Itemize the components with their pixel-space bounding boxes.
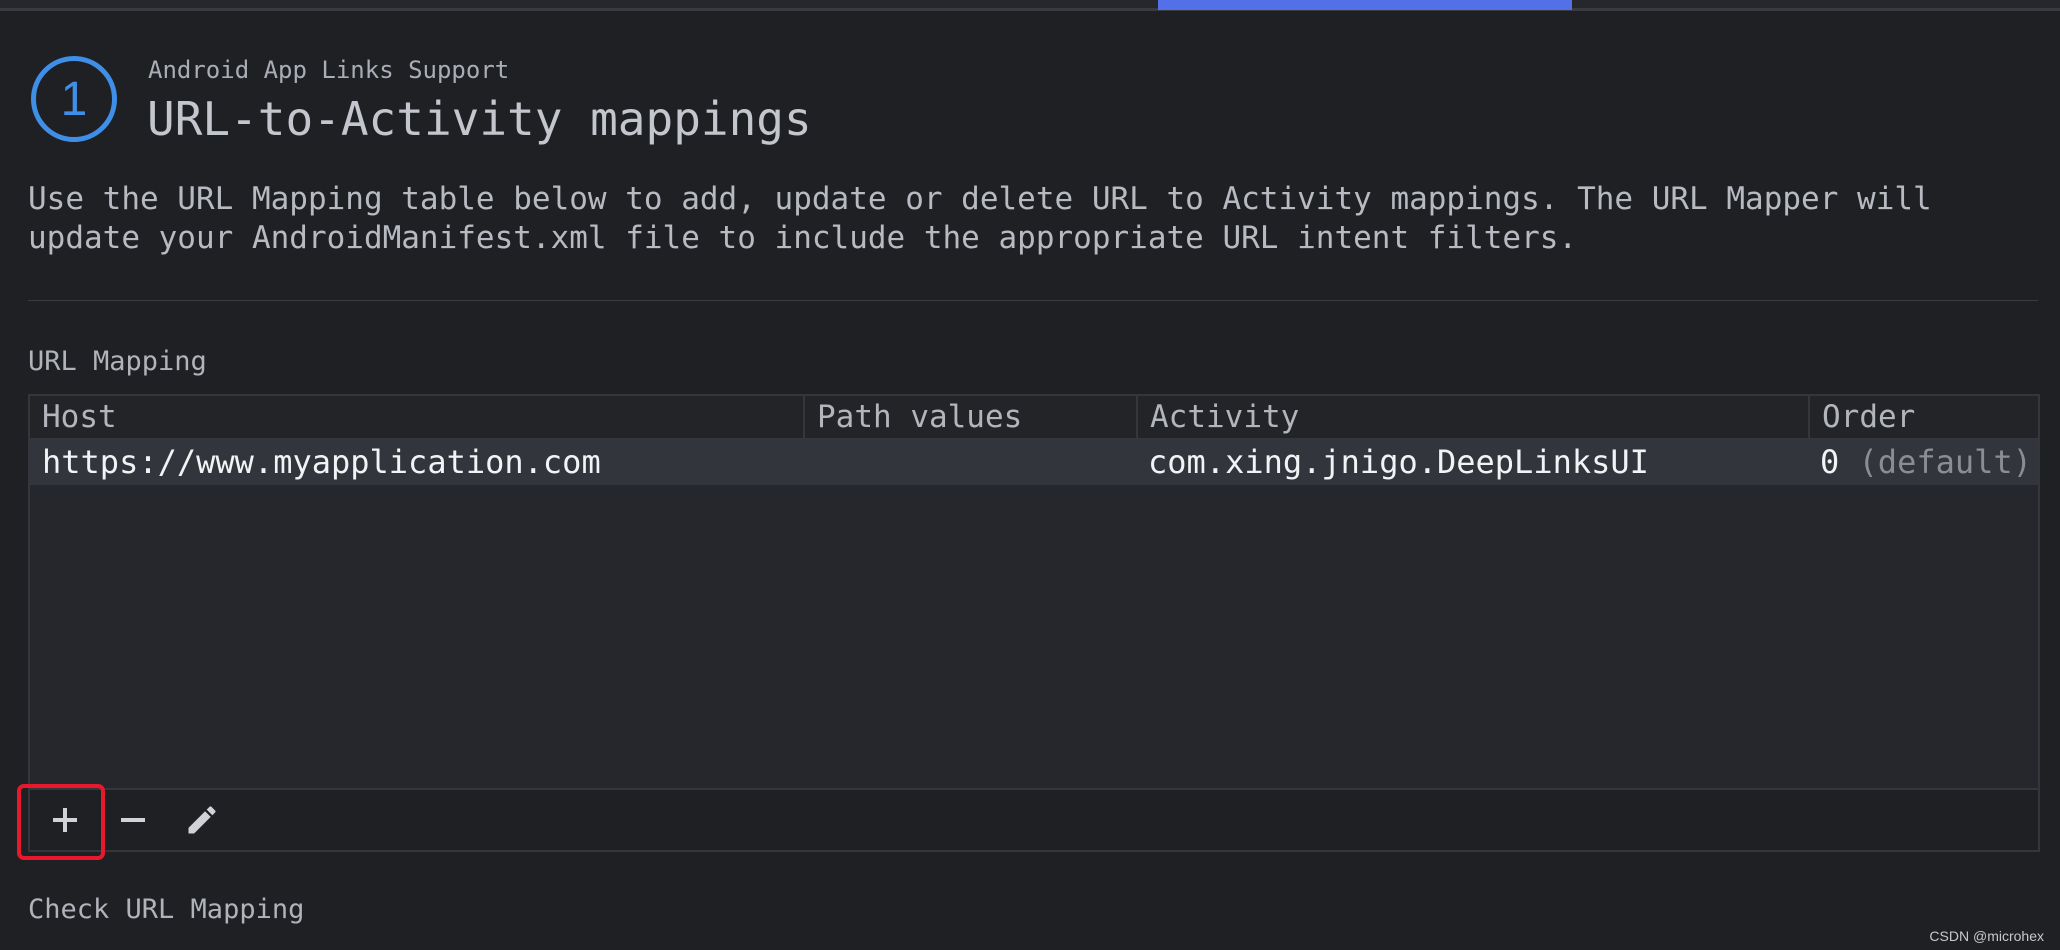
cell-order[interactable]: 0 (default) (1808, 440, 2038, 485)
table-toolbar (30, 788, 2038, 850)
cell-activity[interactable]: com.xing.jnigo.DeepLinksUI (1136, 440, 1808, 485)
minus-icon (121, 818, 145, 822)
cell-host[interactable]: https://www.myapplication.com (30, 440, 803, 485)
order-value: 0 (1820, 443, 1840, 481)
assistant-subtitle: Android App Links Support (148, 56, 510, 84)
check-url-mapping-label: Check URL Mapping (28, 894, 305, 925)
column-header-path-values[interactable]: Path values (803, 396, 1136, 438)
step-number: 1 (60, 72, 88, 126)
table-row[interactable]: https://www.myapplication.com com.xing.j… (30, 440, 2038, 485)
order-default-hint: (default) (1858, 443, 2032, 481)
watermark: CSDN @microhex (1929, 928, 2044, 944)
table-header: Host Path values Activity Order (30, 396, 2038, 440)
column-header-order[interactable]: Order (1808, 396, 2038, 438)
step-number-badge: 1 (31, 56, 117, 142)
url-mapping-table: Host Path values Activity Order https://… (28, 394, 2040, 852)
page-description: Use the URL Mapping table below to add, … (28, 181, 1932, 256)
cell-path-values[interactable] (803, 440, 1136, 485)
section-divider (28, 300, 2038, 301)
add-button-highlight (17, 784, 105, 860)
column-header-activity[interactable]: Activity (1136, 396, 1808, 438)
tab-bar-border (0, 8, 2060, 11)
url-mapping-label: URL Mapping (28, 346, 207, 377)
page-title: URL-to-Activity mappings (147, 92, 812, 146)
remove-mapping-button[interactable] (111, 798, 155, 842)
column-header-host[interactable]: Host (30, 396, 803, 438)
top-tab-bar (0, 0, 2060, 11)
edit-mapping-button[interactable] (180, 798, 224, 842)
active-tab-indicator[interactable] (1158, 0, 1572, 10)
pencil-icon (188, 806, 216, 834)
